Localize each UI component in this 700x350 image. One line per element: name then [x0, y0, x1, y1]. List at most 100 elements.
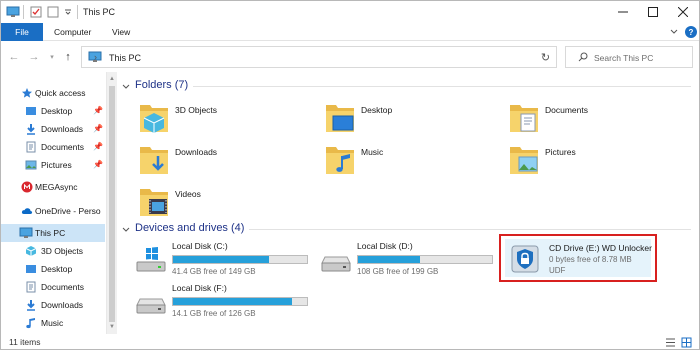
search-box[interactable]: Search This PC: [565, 46, 693, 68]
recent-locations-chevron-icon[interactable]: ▾: [45, 50, 59, 64]
folder-name: Videos: [175, 189, 201, 199]
divider: [23, 5, 24, 19]
pin-icon[interactable]: 📌: [93, 160, 103, 169]
folder-name: Desktop: [361, 105, 393, 115]
music-folder-icon: [325, 142, 355, 178]
star-icon: [21, 87, 33, 99]
sidebar-item-music[interactable]: Music: [1, 314, 105, 332]
window-title: This PC: [83, 7, 116, 17]
search-icon: [578, 52, 588, 64]
cloud-icon: [21, 205, 33, 217]
folder-name: Documents: [545, 105, 588, 115]
sidebar-item-documents-pc[interactable]: Documents: [1, 278, 105, 296]
drive-name: Local Disk (D:): [357, 241, 413, 251]
tab-view[interactable]: View: [112, 23, 130, 41]
scroll-down-arrow-icon[interactable]: ▼: [109, 324, 115, 330]
explorer-window: This PC File Computer View ? ← → ▾ ↑ › T…: [0, 0, 700, 350]
minimize-button[interactable]: [608, 1, 638, 23]
scroll-up-arrow-icon[interactable]: ▲: [109, 76, 115, 82]
desktop-icon: [25, 263, 37, 275]
drive-free-space: 108 GB free of 199 GB: [357, 267, 439, 276]
devices-group-header[interactable]: Devices and drives (4): [119, 221, 259, 237]
refresh-button[interactable]: ↻: [535, 46, 557, 68]
tab-computer[interactable]: Computer: [54, 23, 91, 41]
sidebar-item-pictures[interactable]: Pictures 📌: [1, 156, 105, 174]
maximize-button[interactable]: [638, 1, 668, 23]
drive-usage-fill: [173, 256, 270, 263]
drive-d[interactable]: Local Disk (D:) 108 GB free of 199 GB: [321, 241, 493, 281]
group-divider: [249, 229, 691, 230]
drive-free-space: 14.1 GB free of 126 GB: [172, 309, 256, 318]
sidebar-item-documents[interactable]: Documents 📌: [1, 138, 105, 156]
sidebar-item-desktop-pc[interactable]: Desktop: [1, 260, 105, 278]
downloads-folder-icon: [139, 142, 169, 178]
sidebar-item-3d-objects[interactable]: 3D Objects: [1, 242, 105, 260]
folder-desktop[interactable]: Desktop: [325, 100, 505, 136]
sidebar-item-desktop[interactable]: Desktop 📌: [1, 102, 105, 120]
search-input[interactable]: Search This PC: [594, 53, 653, 63]
sidebar-item-onedrive[interactable]: OneDrive - Perso: [1, 202, 105, 220]
sidebar-item-downloads-pc[interactable]: Downloads: [1, 296, 105, 314]
documents-icon: [25, 281, 37, 293]
close-button[interactable]: [668, 1, 698, 23]
drive-filesystem: UDF: [549, 266, 566, 275]
drive-name: CD Drive (E:) WD Unlocker: [549, 243, 652, 253]
folder-downloads[interactable]: Downloads: [139, 142, 319, 178]
scrollbar-thumb[interactable]: [109, 86, 115, 322]
drive-c[interactable]: Local Disk (C:) 41.4 GB free of 149 GB: [136, 241, 308, 281]
expand-ribbon-chevron-icon[interactable]: [669, 27, 679, 37]
folder-name: 3D Objects: [175, 105, 218, 115]
properties-icon[interactable]: [29, 5, 43, 19]
download-arrow-icon: [25, 299, 37, 311]
pin-icon[interactable]: 📌: [93, 106, 103, 115]
navigation-bar: ← → ▾ ↑ › This PC ↻ Search This PC: [1, 42, 699, 72]
large-icons-view-icon[interactable]: [681, 337, 692, 348]
drive-name: Local Disk (C:): [172, 241, 228, 251]
address-bar[interactable]: › This PC: [81, 46, 590, 68]
drive-f[interactable]: Local Disk (F:) 14.1 GB free of 126 GB: [136, 283, 308, 323]
sidebar-item-megasync[interactable]: MEGAsync: [1, 178, 105, 196]
folder-name: Music: [361, 147, 384, 157]
new-folder-icon[interactable]: [46, 5, 60, 19]
sidebar-item-downloads[interactable]: Downloads 📌: [1, 120, 105, 138]
folder-music[interactable]: Music: [325, 142, 505, 178]
drive-name: Local Disk (F:): [172, 283, 227, 293]
folder-3d-objects[interactable]: 3D Objects: [139, 100, 319, 136]
folder-documents[interactable]: Documents: [509, 100, 689, 136]
windows-drive-icon: [136, 247, 166, 275]
navigation-pane: Quick access Desktop 📌 Downloads 📌 Docum…: [1, 72, 118, 334]
drive-e-highlight[interactable]: CD Drive (E:) WD Unlocker 0 bytes free o…: [499, 234, 657, 282]
collapse-chevron-icon[interactable]: [122, 225, 130, 237]
cube-folder-icon: [139, 100, 169, 136]
nav-pane-scrollbar[interactable]: ▲ ▼: [106, 72, 117, 334]
drive-usage-bar: [357, 255, 493, 264]
customize-quick-access-chevron-icon[interactable]: [63, 5, 73, 19]
status-bar: 11 items: [1, 334, 699, 349]
documents-icon: [25, 141, 37, 153]
sidebar-item-quick-access[interactable]: Quick access: [1, 84, 105, 102]
computer-icon: [6, 5, 20, 19]
title-bar: This PC: [1, 1, 699, 23]
pin-icon[interactable]: 📌: [93, 124, 103, 133]
download-arrow-icon: [25, 123, 37, 135]
tab-file[interactable]: File: [1, 23, 43, 41]
folder-videos[interactable]: Videos: [139, 184, 319, 220]
content-pane: Folders (7) 3D Objects Desktop Documents: [119, 72, 699, 334]
back-arrow-icon[interactable]: ←: [7, 50, 21, 64]
breadcrumb-separator-icon: ›: [94, 52, 97, 62]
pin-icon[interactable]: 📌: [93, 142, 103, 151]
hard-drive-icon: [136, 289, 166, 317]
details-view-icon[interactable]: [665, 337, 676, 348]
drive-free-space: 41.4 GB free of 149 GB: [172, 267, 256, 276]
sidebar-item-this-pc[interactable]: This PC: [1, 224, 105, 242]
forward-arrow-icon[interactable]: →: [27, 50, 41, 64]
pictures-folder-icon: [509, 142, 539, 178]
drive-usage-fill: [358, 256, 420, 263]
up-arrow-icon[interactable]: ↑: [61, 50, 75, 64]
item-count: 11 items: [9, 337, 41, 347]
folder-pictures[interactable]: Pictures: [509, 142, 689, 178]
collapse-chevron-icon[interactable]: [122, 82, 130, 94]
drive-e[interactable]: CD Drive (E:) WD Unlocker 0 bytes free o…: [505, 239, 652, 277]
help-button[interactable]: ?: [685, 26, 697, 38]
locked-drive-icon: [511, 245, 539, 275]
